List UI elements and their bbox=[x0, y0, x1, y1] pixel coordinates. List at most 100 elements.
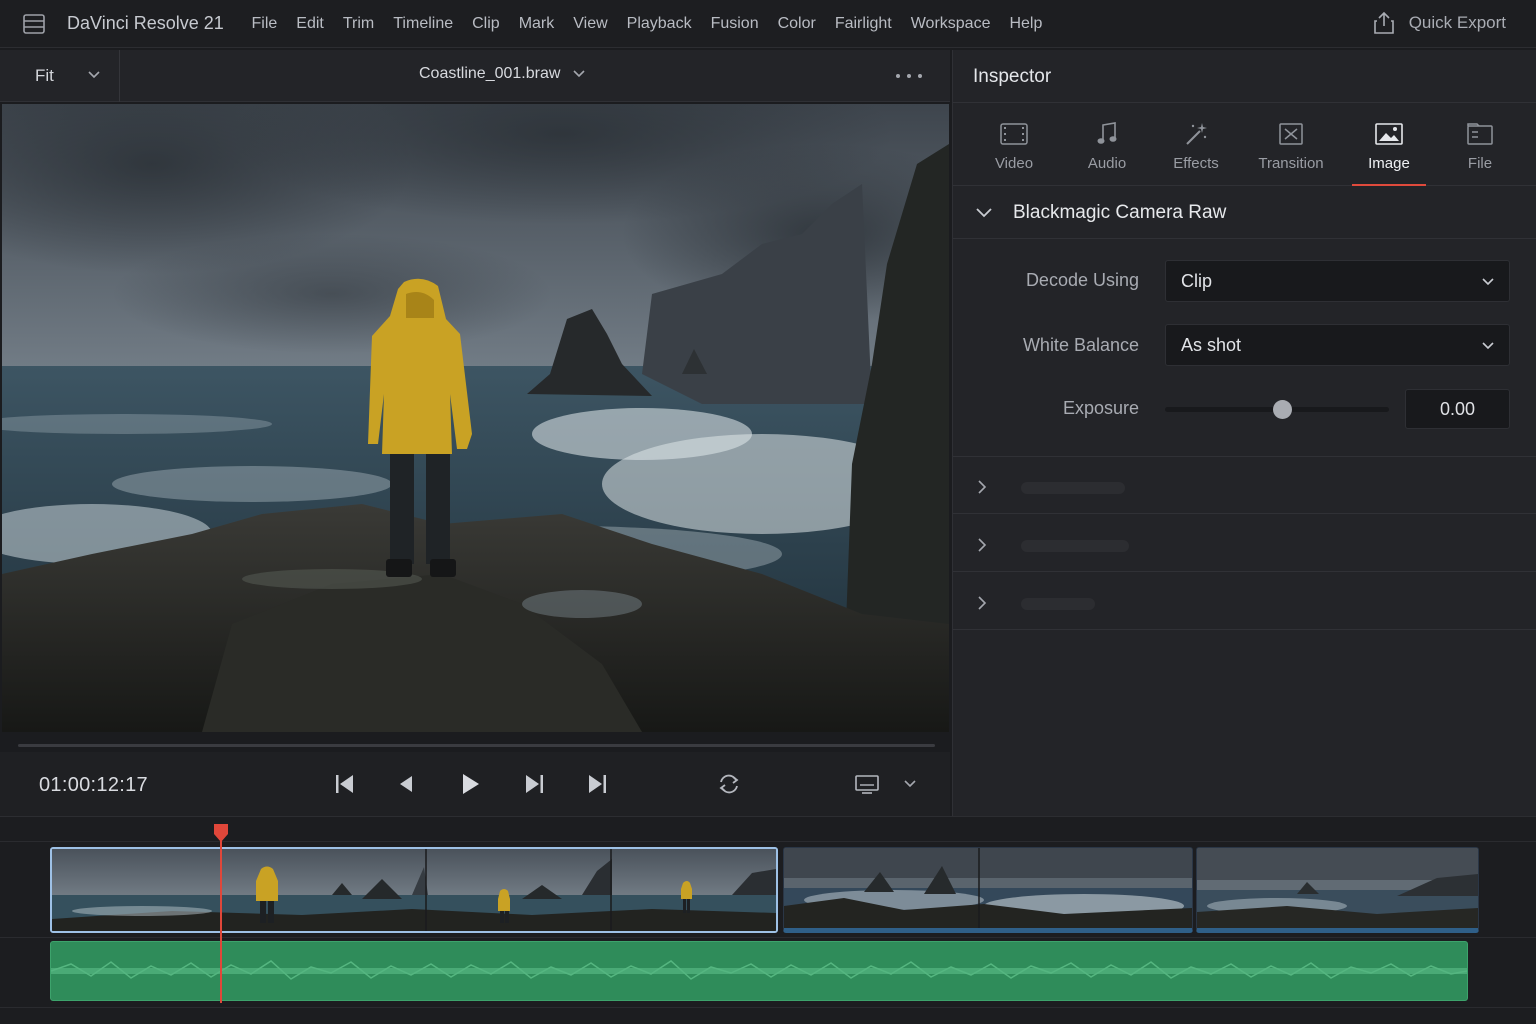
menu-help[interactable]: Help bbox=[1000, 15, 1052, 33]
decode-using-dropdown[interactable]: Clip bbox=[1165, 260, 1510, 302]
image-icon bbox=[1375, 123, 1403, 145]
section-title-placeholder bbox=[1021, 540, 1129, 552]
menu-edit[interactable]: Edit bbox=[287, 15, 334, 33]
inspector-title: Inspector bbox=[973, 66, 1052, 87]
menu-timeline[interactable]: Timeline bbox=[384, 15, 463, 33]
white-balance-value: As shot bbox=[1181, 335, 1242, 355]
exposure-slider-thumb[interactable] bbox=[1272, 400, 1292, 419]
clip-name-select[interactable]: Coastline_001.braw bbox=[419, 65, 586, 83]
white-balance-dropdown[interactable]: As shot bbox=[1165, 324, 1510, 366]
step-forward-icon[interactable] bbox=[523, 772, 545, 796]
more-dot-icon bbox=[907, 74, 911, 78]
menu-workspace[interactable]: Workspace bbox=[901, 15, 1000, 33]
track-divider bbox=[0, 1007, 1536, 1008]
quick-export-button[interactable]: Quick Export bbox=[1373, 11, 1506, 35]
menu-mark[interactable]: Mark bbox=[509, 15, 564, 33]
quick-export-label: Quick Export bbox=[1408, 13, 1506, 32]
tab-effects[interactable]: Effects bbox=[1161, 103, 1231, 186]
more-dot-icon bbox=[918, 74, 922, 78]
audio-clip[interactable] bbox=[50, 941, 1468, 1001]
playhead-marker-icon[interactable] bbox=[213, 823, 229, 843]
chevron-down-icon bbox=[1482, 342, 1494, 350]
video-clip[interactable] bbox=[50, 847, 778, 933]
chevron-right-icon bbox=[978, 480, 987, 494]
section-title: Blackmagic Camera Raw bbox=[1013, 202, 1227, 223]
chevron-right-icon bbox=[978, 596, 987, 610]
tab-audio[interactable]: Audio bbox=[1072, 103, 1142, 186]
clip-thumbnail bbox=[1197, 848, 1478, 928]
tab-label: Transition bbox=[1258, 155, 1324, 172]
app-menu-icon[interactable] bbox=[22, 12, 46, 36]
menu-fairlight[interactable]: Fairlight bbox=[825, 15, 901, 33]
transport-bar: 01:00:12:17 bbox=[0, 752, 950, 816]
white-balance-label: White Balance bbox=[1022, 335, 1139, 355]
timeline[interactable] bbox=[0, 816, 1536, 1024]
scrub-bar[interactable] bbox=[18, 744, 935, 747]
inspector-panel: Inspector Video Audio Effects Transition… bbox=[952, 50, 1536, 816]
video-clip[interactable] bbox=[1196, 847, 1479, 933]
scene-image bbox=[2, 104, 949, 732]
zoom-value: Fit bbox=[35, 66, 54, 85]
file-icon bbox=[1467, 123, 1493, 145]
menu-color[interactable]: Color bbox=[768, 15, 825, 33]
section-title-placeholder bbox=[1021, 598, 1095, 610]
tab-image[interactable]: Image bbox=[1352, 103, 1426, 186]
tab-label: File bbox=[1467, 155, 1493, 172]
audio-waveform bbox=[51, 960, 1467, 980]
viewer-frame[interactable] bbox=[2, 104, 949, 732]
exposure-slider[interactable] bbox=[1165, 400, 1389, 419]
chevron-right-icon bbox=[978, 538, 987, 552]
menu-fusion[interactable]: Fusion bbox=[701, 15, 768, 33]
clip-thumbnail bbox=[784, 848, 1192, 928]
music-note-icon bbox=[1097, 122, 1117, 144]
track-divider bbox=[0, 841, 1536, 842]
collapsed-section[interactable] bbox=[953, 457, 1536, 514]
exposure-label: Exposure bbox=[1062, 398, 1139, 418]
go-to-end-icon[interactable] bbox=[586, 772, 608, 796]
menu-view[interactable]: View bbox=[564, 15, 617, 33]
tab-label: Image bbox=[1368, 155, 1410, 172]
chevron-down-icon[interactable] bbox=[903, 779, 917, 789]
video-clip[interactable] bbox=[783, 847, 1193, 933]
exposure-input[interactable]: 0.00 bbox=[1405, 389, 1510, 429]
zoom-select[interactable]: Fit bbox=[0, 50, 120, 102]
decode-using-label: Decode Using bbox=[1025, 270, 1139, 290]
exposure-value: 0.00 bbox=[1439, 398, 1476, 419]
more-dot-icon bbox=[896, 74, 900, 78]
monitor-icon[interactable] bbox=[854, 772, 880, 796]
collapsed-section[interactable] bbox=[953, 515, 1536, 572]
menu-clip[interactable]: Clip bbox=[463, 15, 510, 33]
more-options-button[interactable] bbox=[896, 64, 922, 88]
tab-label: Audio bbox=[1087, 155, 1127, 172]
film-icon bbox=[1000, 123, 1028, 145]
tab-video[interactable]: Video bbox=[979, 103, 1049, 186]
section-title-placeholder bbox=[1021, 482, 1125, 494]
timecode: 01:00:12:17 bbox=[39, 774, 148, 796]
step-back-icon[interactable] bbox=[396, 772, 416, 796]
tab-label: Effects bbox=[1173, 155, 1219, 172]
transition-icon bbox=[1279, 123, 1303, 145]
viewer-header: Fit Coastline_001.braw bbox=[0, 50, 950, 102]
magic-wand-icon bbox=[1186, 123, 1207, 145]
play-icon[interactable] bbox=[459, 772, 481, 796]
menu-bar: DaVinci Resolve 21 File Edit Trim Timeli… bbox=[0, 0, 1536, 48]
go-to-start-icon[interactable] bbox=[334, 772, 356, 796]
share-icon bbox=[1373, 11, 1394, 34]
chevron-down-icon bbox=[88, 71, 100, 79]
section-camera-raw-header[interactable]: Blackmagic Camera Raw bbox=[953, 187, 1536, 239]
collapsed-section[interactable] bbox=[953, 573, 1536, 630]
inspector-tabs: Video Audio Effects Transition Image Fil… bbox=[953, 103, 1536, 186]
loop-icon[interactable] bbox=[716, 772, 742, 796]
tab-transition[interactable]: Transition bbox=[1249, 103, 1333, 186]
tab-label: Video bbox=[994, 155, 1034, 172]
menu-playback[interactable]: Playback bbox=[617, 15, 701, 33]
chevron-down-icon bbox=[1482, 278, 1494, 286]
menu-trim[interactable]: Trim bbox=[333, 15, 383, 33]
decode-using-value: Clip bbox=[1181, 271, 1213, 291]
playhead-line bbox=[220, 837, 222, 1003]
menu-file[interactable]: File bbox=[242, 15, 287, 33]
clip-name: Coastline_001.braw bbox=[419, 65, 561, 82]
track-divider bbox=[0, 937, 1536, 938]
tab-file[interactable]: File bbox=[1445, 103, 1515, 186]
clip-thumbnail bbox=[52, 849, 776, 931]
